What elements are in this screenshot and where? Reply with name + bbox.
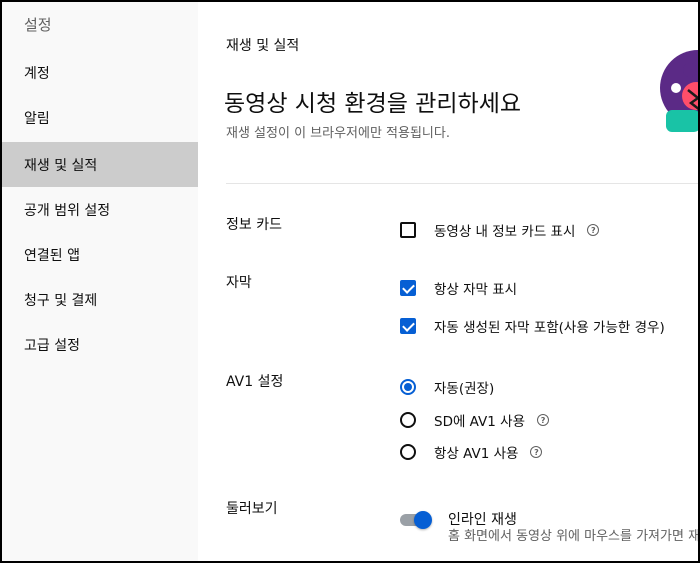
sidebar-item-advanced[interactable]: 고급 설정 [2,322,198,367]
info-cards-label: 정보 카드 [226,217,282,233]
sidebar-item-playback[interactable]: 재생 및 실적 [2,142,198,187]
av1-auto-option[interactable]: 자동(권장) [400,377,494,397]
sidebar-item-privacy[interactable]: 공개 범위 설정 [2,187,198,232]
captions-auto-checkbox[interactable] [400,318,416,334]
settings-window: 설정 계정 알림 재생 및 실적 공개 범위 설정 연결된 앱 청구 및 결제 … [0,0,700,563]
captions-always-checkbox[interactable] [400,280,416,296]
help-circle-icon[interactable]: ? [537,414,550,426]
sidebar-item-billing[interactable]: 청구 및 결제 [2,277,198,322]
captions-auto-option[interactable]: 자동 생성된 자막 포함(사용 가능한 경우) [400,316,665,336]
av1-always-radio[interactable] [400,444,416,460]
info-cards-option[interactable]: 동영상 내 정보 카드 표시 ? [400,220,600,240]
captions-label: 자막 [226,275,252,291]
av1-sd-option[interactable]: SD에 AV1 사용 ? [400,410,550,430]
playback-illustration-icon [660,50,698,132]
sidebar-item-connected-apps[interactable]: 연결된 앱 [2,232,198,277]
info-cards-checkbox[interactable] [400,222,416,238]
breadcrumb: 재생 및 실적 [226,38,300,54]
av1-always-option[interactable]: 항상 AV1 사용 ? [400,442,543,462]
help-circle-icon[interactable]: ? [587,224,600,236]
inline-playback-toggle[interactable] [400,510,432,529]
captions-always-option[interactable]: 항상 자막 표시 [400,278,517,298]
info-cards-option-label: 동영상 내 정보 카드 표시 [434,224,576,240]
av1-auto-radio[interactable] [400,379,416,395]
page-subtitle: 재생 설정이 이 브라우저에만 적용됩니다. [226,126,450,141]
av1-auto-label: 자동(권장) [434,381,495,397]
page-title: 동영상 시청 환경을 관리하세요 [224,91,522,117]
av1-always-label: 항상 AV1 사용 [434,446,519,462]
inline-playback-label: 인라인 재생 [448,512,517,528]
sidebar: 설정 계정 알림 재생 및 실적 공개 범위 설정 연결된 앱 청구 및 결제 … [2,2,198,561]
browse-label: 둘러보기 [226,501,278,517]
av1-sd-label: SD에 AV1 사용 [434,414,526,430]
sidebar-item-notifications[interactable]: 알림 [2,95,198,140]
main-content: 재생 및 실적 동영상 시청 환경을 관리하세요 재생 설정이 이 브라우저에만… [198,2,700,561]
sidebar-item-account[interactable]: 계정 [2,50,198,95]
toggle-knob [414,511,432,529]
section-divider [226,183,698,184]
help-circle-icon[interactable]: ? [530,446,543,458]
av1-label: AV1 설정 [226,374,284,390]
av1-sd-radio[interactable] [400,412,416,428]
captions-auto-label: 자동 생성된 자막 포함(사용 가능한 경우) [434,320,665,336]
sidebar-title: 설정 [24,16,52,34]
captions-always-label: 항상 자막 표시 [434,282,518,298]
inline-playback-description: 홈 화면에서 동영상 위에 마우스를 가져가면 재생됩니다 [448,529,700,544]
